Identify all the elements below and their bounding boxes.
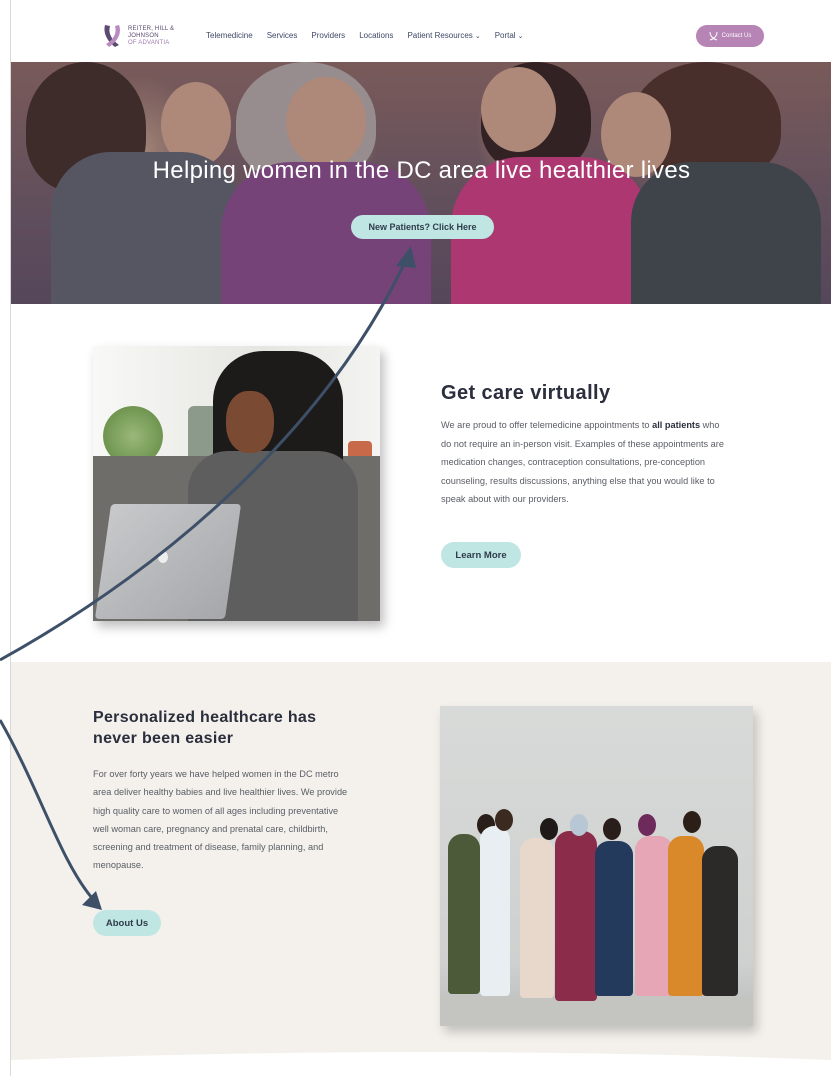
photo-part: [94, 504, 242, 619]
nav-label: Portal: [494, 31, 516, 40]
section-wave-divider: [11, 1052, 831, 1076]
logo-line-1: REITER, HILL &: [128, 25, 175, 32]
logo-text: REITER, HILL & JOHNSON OF ADVANTIA: [128, 26, 188, 47]
contact-us-button[interactable]: Contact Us: [696, 25, 764, 47]
text-part: We are proud to offer telemedicine appoi…: [441, 420, 653, 430]
photo-part: [540, 818, 558, 840]
logo-line-3: OF ADVANTIA: [128, 39, 170, 46]
page: REITER, HILL & JOHNSON OF ADVANTIA Telem…: [10, 0, 831, 1076]
text-bold: all patients: [652, 420, 701, 430]
personalized-section: Personalized healthcare has never been e…: [11, 662, 831, 1076]
photo-part: [683, 811, 701, 833]
photo-part: [520, 838, 554, 998]
hero-banner: Helping women in the DC area live health…: [11, 62, 831, 304]
apple-logo-icon: [158, 551, 168, 563]
photo-part: [440, 996, 753, 1026]
learn-more-button[interactable]: Learn More: [441, 542, 521, 568]
nav-item-locations[interactable]: Locations: [359, 31, 393, 40]
photo-part: [595, 841, 633, 996]
site-logo[interactable]: REITER, HILL & JOHNSON OF ADVANTIA: [101, 23, 188, 49]
photo-part: [495, 809, 513, 831]
photo-part: [702, 846, 738, 996]
hero-title: Helping women in the DC area live health…: [152, 157, 691, 184]
nav-item-patient-resources[interactable]: Patient Resources ⌄: [407, 31, 480, 40]
new-patients-button[interactable]: New Patients? Click Here: [351, 215, 494, 239]
site-header: REITER, HILL & JOHNSON OF ADVANTIA Telem…: [11, 10, 831, 62]
personalized-text: For over forty years we have helped wome…: [93, 769, 348, 871]
photo-part: [226, 391, 274, 453]
photo-part: [555, 831, 597, 1001]
logo-line-2: JOHNSON: [128, 32, 159, 39]
contact-us-label: Contact Us: [721, 33, 752, 39]
logo-ribbon-icon: [104, 25, 120, 47]
personalized-title: Personalized healthcare has never been e…: [93, 709, 317, 747]
photo-part: [570, 814, 588, 836]
ribbon-icon: [709, 31, 718, 41]
nav-label: Patient Resources: [407, 31, 473, 40]
virtual-care-title: Get care virtually: [441, 382, 611, 404]
main-nav: Telemedicine Services Providers Location…: [206, 31, 523, 40]
nav-item-telemedicine[interactable]: Telemedicine: [206, 31, 253, 40]
photo-part: [480, 826, 510, 996]
nav-item-portal[interactable]: Portal ⌄: [495, 31, 524, 40]
virtual-care-text: We are proud to offer telemedicine appoi…: [441, 416, 731, 509]
about-us-button[interactable]: About Us: [93, 910, 161, 936]
chevron-down-icon: ⌄: [517, 33, 524, 40]
group-photo: [440, 706, 753, 1026]
photo-part: [638, 814, 656, 836]
chevron-down-icon: ⌄: [474, 33, 481, 40]
photo-part: [668, 836, 704, 996]
photo-part: [448, 834, 480, 994]
text-part: who do not require an in-person visit. E…: [441, 420, 724, 504]
nav-item-providers[interactable]: Providers: [311, 31, 345, 40]
photo-part: [603, 818, 621, 840]
virtual-care-photo: [93, 346, 380, 621]
nav-item-services[interactable]: Services: [267, 31, 298, 40]
